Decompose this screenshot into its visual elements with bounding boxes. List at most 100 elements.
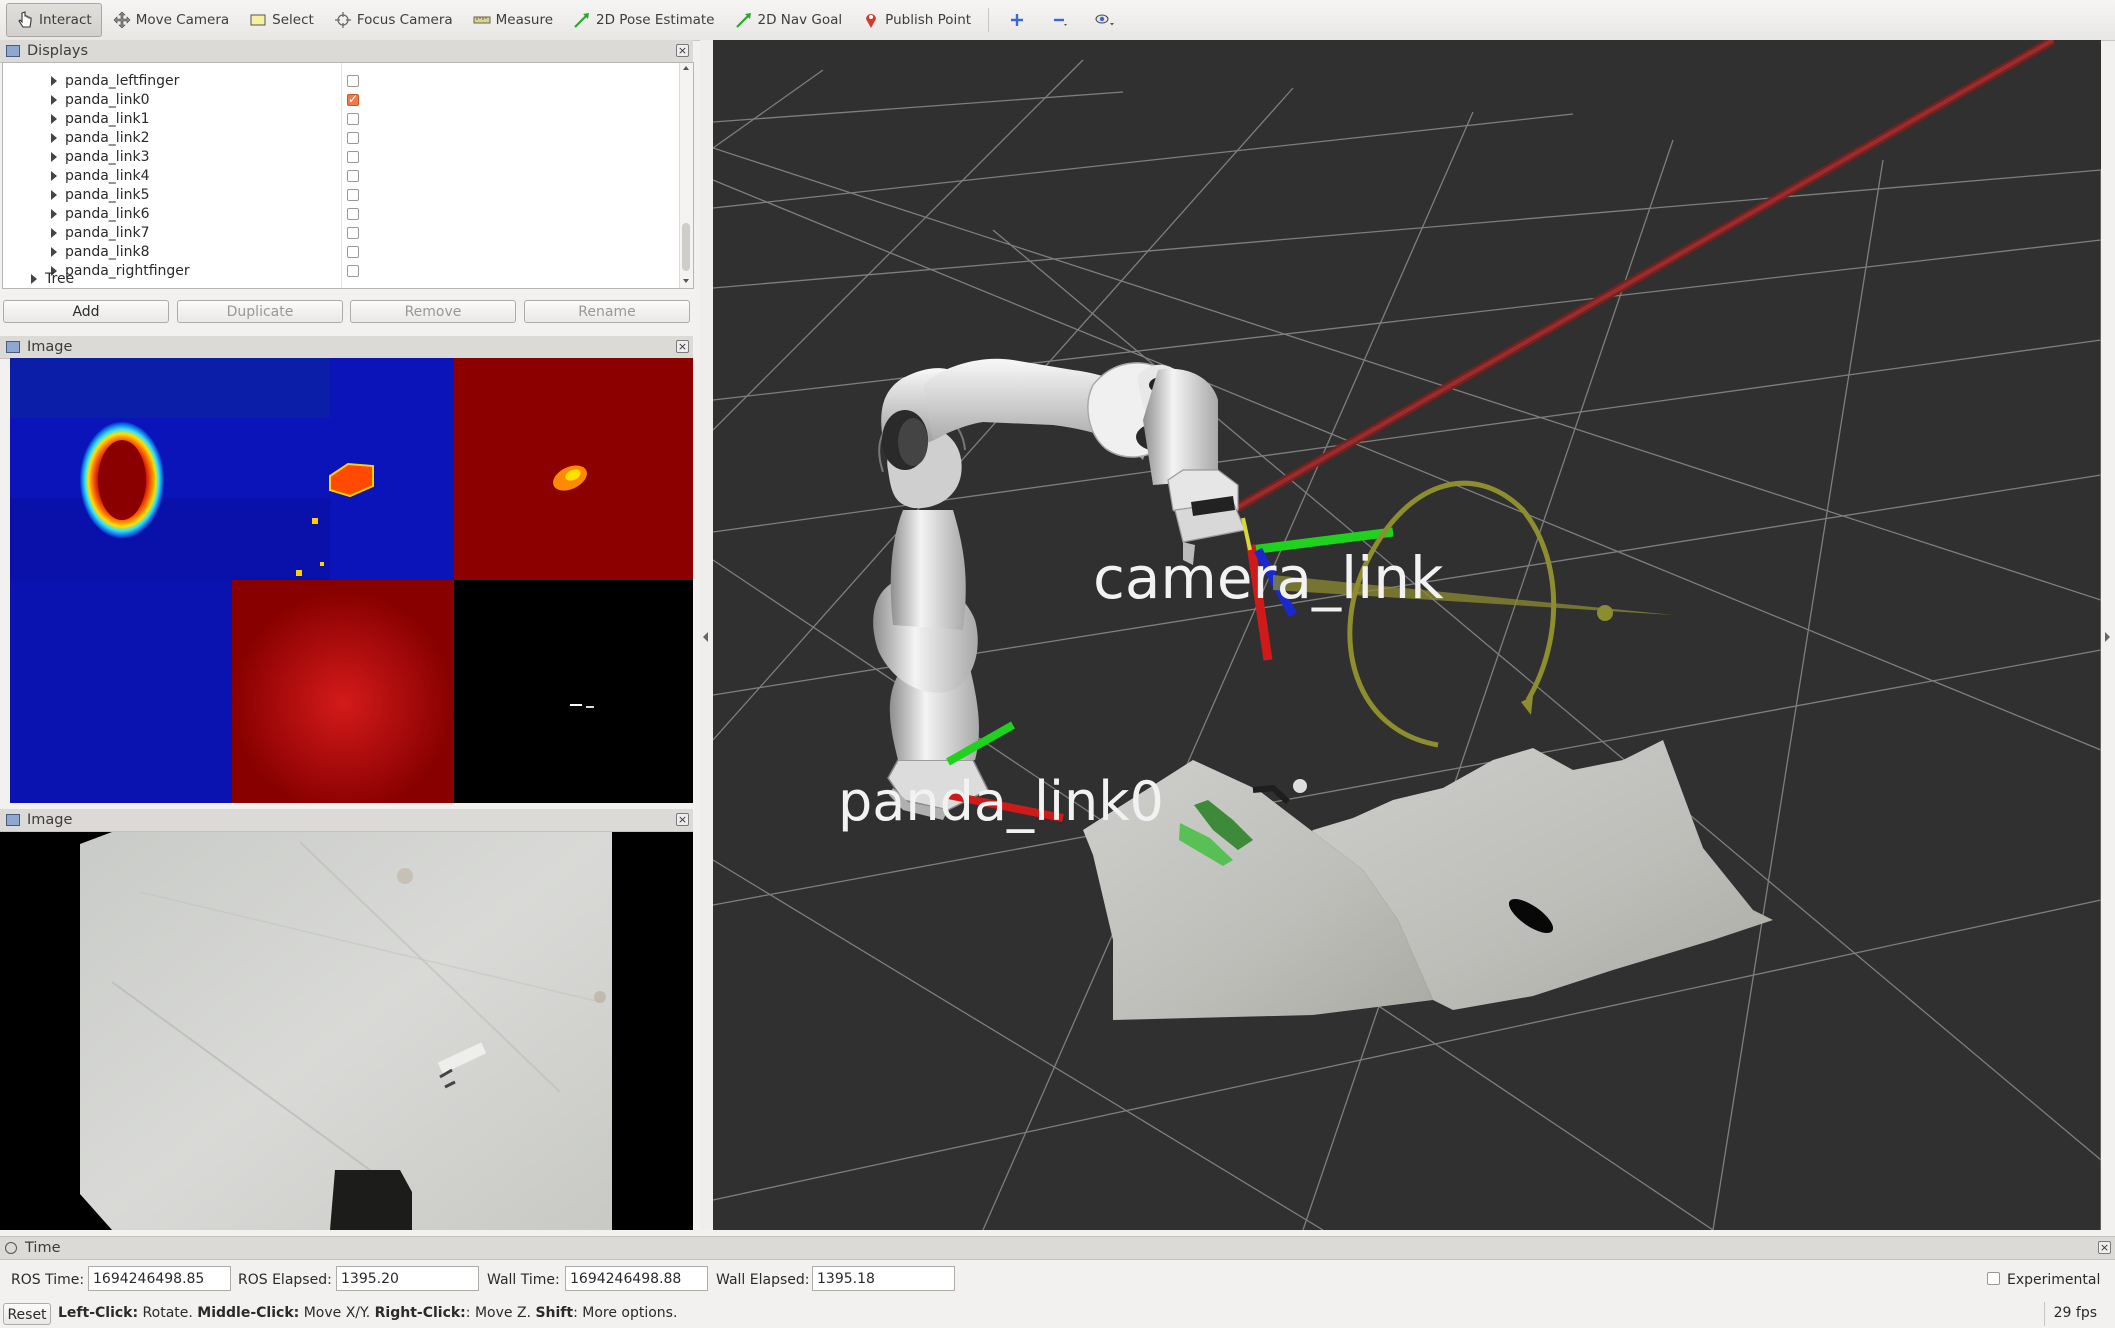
panel-splitter[interactable] (700, 40, 713, 1230)
expand-arrow-icon[interactable] (51, 95, 57, 105)
close-icon[interactable]: × (2098, 1241, 2111, 1254)
expand-arrow-icon[interactable] (51, 133, 57, 143)
close-icon[interactable]: × (676, 813, 689, 826)
tree-item-checkbox[interactable] (347, 75, 359, 87)
expand-arrow-icon[interactable] (51, 152, 57, 162)
expand-arrow-icon[interactable] (51, 228, 57, 238)
status-separator (2044, 1302, 2045, 1326)
3d-render-view[interactable]: camera_link panda_link0 (713, 40, 2101, 1230)
tree-item[interactable]: panda_link0 (3, 91, 693, 110)
tree-item[interactable]: panda_link6 (3, 205, 693, 224)
tree-item[interactable]: panda_link8 (3, 243, 693, 262)
duplicate-button[interactable]: Duplicate (177, 300, 343, 323)
tool-focus-camera[interactable]: Focus Camera (325, 4, 462, 36)
ros-time-field[interactable]: 1694246498.85 (88, 1266, 231, 1291)
add-tool-button[interactable] (999, 4, 1040, 36)
tool-interact[interactable]: Interact (6, 3, 102, 37)
hint-left-text: Rotate. (138, 1305, 198, 1321)
tree-item-checkbox[interactable] (347, 132, 359, 144)
expand-arrow-icon[interactable] (51, 190, 57, 200)
tree-item-label: panda_leftfinger (65, 73, 180, 89)
wall-elapsed-field[interactable]: 1395.18 (812, 1266, 955, 1291)
monitor-icon (6, 45, 20, 57)
tool-select[interactable]: Select (240, 4, 323, 36)
close-icon[interactable]: × (676, 340, 689, 353)
hand-pointer-icon (16, 11, 34, 29)
tool-label: Select (272, 12, 314, 28)
depth-heatmap-image (10, 358, 693, 803)
collapse-right-icon[interactable] (2105, 632, 2110, 642)
tree-item-checkbox[interactable] (347, 151, 359, 163)
tree-item-checkbox[interactable] (347, 113, 359, 125)
tree-item-checkbox[interactable] (347, 227, 359, 239)
tool-publish-point[interactable]: Publish Point (853, 4, 980, 36)
rename-button[interactable]: Rename (524, 300, 690, 323)
tree-item-label: panda_link5 (65, 187, 150, 203)
tool-move-camera[interactable]: Move Camera (104, 4, 238, 36)
experimental-checkbox[interactable] (1987, 1272, 2000, 1285)
scroll-thumb[interactable] (682, 223, 690, 271)
tree-item-label: panda_link7 (65, 225, 150, 241)
tool-2d-pose-estimate[interactable]: 2D Pose Estimate (564, 4, 723, 36)
collapse-left-icon[interactable] (703, 632, 708, 642)
time-panel: Time × ROS Time: 1694246498.85 ROS Elaps… (0, 1236, 2115, 1298)
remove-tool-button[interactable] (1042, 4, 1083, 36)
tree-item[interactable]: panda_link3 (3, 148, 693, 167)
scroll-up-icon[interactable] (683, 66, 689, 70)
tool-label: Focus Camera (356, 12, 453, 28)
ros-elapsed-label: ROS Elapsed: (238, 1272, 332, 1288)
move-camera-icon (113, 11, 131, 29)
image-icon (6, 814, 20, 826)
focus-camera-icon (334, 11, 352, 29)
reset-button[interactable]: Reset (3, 1303, 51, 1325)
wall-time-field[interactable]: 1694246498.88 (565, 1266, 708, 1291)
tree-item-checkbox[interactable] (347, 170, 359, 182)
tree-item[interactable]: panda_link1 (3, 110, 693, 129)
expand-arrow-icon[interactable] (31, 274, 37, 284)
expand-arrow-icon[interactable] (51, 209, 57, 219)
expand-arrow-icon[interactable] (51, 247, 57, 257)
image-panel-title: Image (27, 812, 73, 828)
tree-item-label: panda_link4 (65, 168, 150, 184)
clock-icon (5, 1242, 17, 1254)
view-options-button[interactable] (1085, 4, 1126, 36)
remove-button[interactable]: Remove (350, 300, 516, 323)
displays-panel-header: Displays × (0, 40, 693, 63)
tree-item[interactable]: panda_leftfinger (3, 72, 693, 91)
time-title: Time (25, 1240, 61, 1256)
expand-arrow-icon[interactable] (51, 114, 57, 124)
tree-item-checkbox[interactable] (347, 189, 359, 201)
tool-label: Publish Point (885, 12, 972, 28)
ruler-icon (473, 11, 491, 29)
tree-item-checkbox[interactable] (347, 246, 359, 258)
tool-measure[interactable]: Measure (464, 4, 562, 36)
camera-rgb-image (0, 832, 693, 1230)
expand-arrow-icon[interactable] (51, 171, 57, 181)
tool-label: 2D Nav Goal (757, 12, 843, 28)
time-panel-header: Time × (0, 1236, 2115, 1260)
map-pin-icon (862, 11, 880, 29)
tree-item-tree[interactable]: Tree (3, 270, 693, 288)
tree-item-checkbox[interactable] (347, 208, 359, 220)
tree-item-checkbox[interactable] (347, 92, 359, 106)
tree-item[interactable]: panda_link5 (3, 186, 693, 205)
tree-item[interactable]: panda_link7 (3, 224, 693, 243)
scrollbar[interactable] (679, 63, 693, 288)
hint-right-text: : Move Z. (465, 1305, 536, 1321)
expand-arrow-icon[interactable] (51, 76, 57, 86)
ros-elapsed-field[interactable]: 1395.20 (336, 1266, 479, 1291)
tool-label: Measure (495, 12, 554, 28)
experimental-label: Experimental (2007, 1272, 2101, 1288)
tool-2d-nav-goal[interactable]: 2D Nav Goal (726, 4, 852, 36)
image-icon (6, 341, 20, 353)
view-options-icon (1094, 11, 1115, 29)
camera-link-label: camera_link (1093, 544, 1444, 612)
green-arrow-icon (735, 11, 753, 29)
tree-item[interactable]: panda_link4 (3, 167, 693, 186)
close-icon[interactable]: × (676, 44, 689, 57)
interaction-hint: Left-Click: Rotate. Middle-Click: Move X… (58, 1305, 677, 1321)
tree-item[interactable]: panda_link2 (3, 129, 693, 148)
scroll-down-icon[interactable] (683, 279, 689, 283)
add-button[interactable]: Add (3, 300, 169, 323)
image-panel-header: Image × (0, 336, 693, 359)
